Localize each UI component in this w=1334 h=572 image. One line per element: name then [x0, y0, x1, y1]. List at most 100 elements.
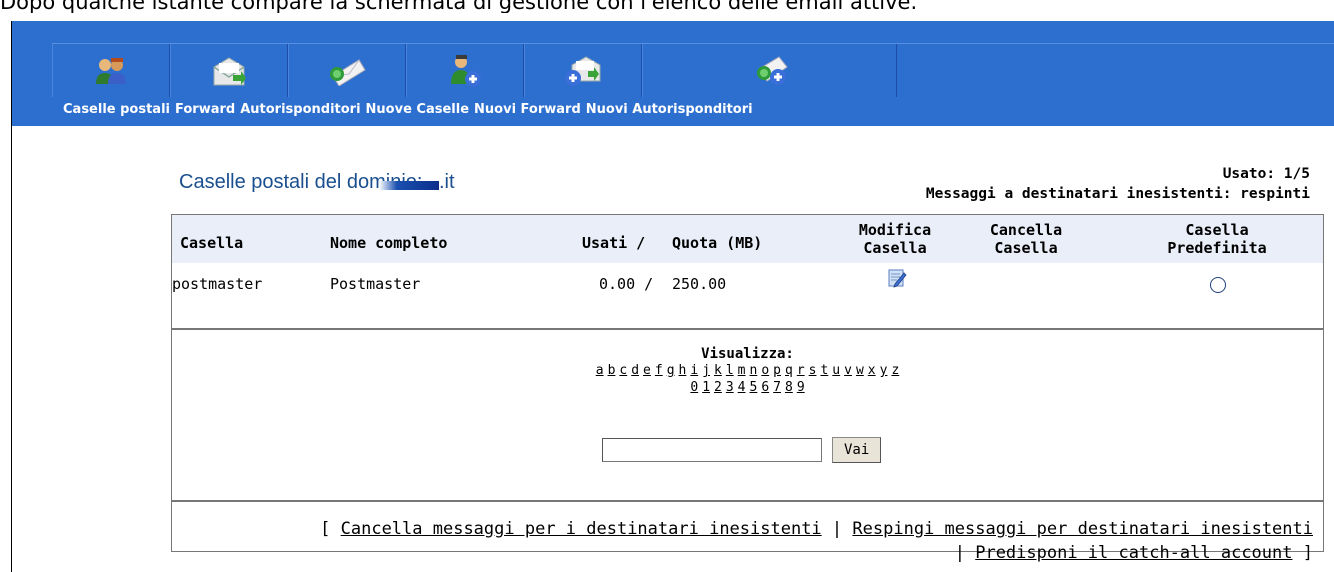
filter-letter-i[interactable]: i [690, 363, 698, 378]
filter-letter-j[interactable]: j [702, 363, 710, 378]
letter-links: abcdefghijklmnopqrstuvwxyz [172, 362, 1323, 379]
col-cancella-1: Cancella [989, 221, 1063, 239]
add-user-icon [451, 54, 481, 87]
bounce-status: Messaggi a destinatari inesistenti: resp… [925, 186, 1310, 202]
col-cancella-2: Casella [994, 239, 1058, 257]
footer-actions: [ Cancella messaggi per i destinatari in… [313, 517, 1313, 565]
filter-letter-m[interactable]: m [738, 363, 746, 378]
cell-quota: 250.00 [672, 275, 727, 293]
domain-suffix: .it [439, 171, 455, 193]
col-modifica-2: Casella [863, 239, 927, 257]
auto-reply-icon [330, 58, 366, 86]
filter-digit-4[interactable]: 4 [738, 380, 746, 395]
filter-digit-8[interactable]: 8 [785, 380, 793, 395]
table-row: postmaster Postmaster 0.00 / 250.00 [172, 263, 1323, 303]
cell-nome: Postmaster [330, 275, 421, 293]
nav-icon-forward[interactable] [170, 44, 288, 97]
footer-separator: | [954, 543, 965, 563]
search-input[interactable] [602, 438, 822, 462]
filter-letter-o[interactable]: o [761, 363, 769, 378]
filter-letter-b[interactable]: b [608, 363, 616, 378]
col-predefinita-2: Predefinita [1167, 239, 1267, 257]
mail-admin-window: Caselle postali Forward Autorisponditori… [11, 21, 1334, 572]
nav-labels: Caselle postali Forward Autorisponditori… [63, 102, 758, 117]
caption-text: Dopo qualche istante compare la schermat… [0, 0, 918, 13]
nav-forward[interactable]: Forward [175, 102, 235, 117]
delete-nonexistent-link[interactable]: Cancella messaggi per i destinatari ines… [341, 519, 822, 539]
nav-icon-caselle[interactable] [52, 44, 170, 97]
filter-letter-k[interactable]: k [714, 363, 722, 378]
nav-nuove-caselle[interactable]: Nuove Caselle [366, 102, 469, 117]
filter-letter-z[interactable]: z [891, 363, 899, 378]
nav-icon-nuove-caselle[interactable] [406, 44, 524, 97]
footer-open-bracket: [ [320, 519, 331, 539]
filter-digit-1[interactable]: 1 [702, 380, 710, 395]
filter-letter-n[interactable]: n [750, 363, 758, 378]
nav-autorisponditori[interactable]: Autorisponditori [240, 102, 360, 117]
nav-icon-autorisponditori[interactable] [288, 44, 406, 97]
filter-letter-l[interactable]: l [726, 363, 734, 378]
filter-letter-e[interactable]: e [643, 363, 651, 378]
col-casella: Casella [180, 234, 244, 252]
filter-letter-f[interactable]: f [655, 363, 663, 378]
filter-letter-c[interactable]: c [619, 363, 627, 378]
divider [172, 500, 1323, 502]
edit-icon [888, 269, 907, 288]
col-quota: Quota (MB) [672, 234, 763, 252]
filter-letter-v[interactable]: v [844, 363, 852, 378]
filter-letter-s[interactable]: s [809, 363, 817, 378]
new-forward-icon [565, 55, 601, 86]
go-button[interactable]: Vai [832, 437, 882, 463]
catch-all-link[interactable]: Predisponi il catch-all account [975, 543, 1292, 563]
filter-digit-6[interactable]: 6 [761, 380, 769, 395]
filter-letter-w[interactable]: w [856, 363, 864, 378]
nav-icon-nuovi-autorisponditori[interactable] [642, 44, 897, 97]
nav-nuovi-autorisponditori[interactable]: Nuovi Autorisponditori [586, 102, 753, 117]
divider [172, 328, 1323, 330]
reject-nonexistent-link[interactable]: Respingi messaggi per destinatari inesis… [852, 519, 1313, 539]
filter-digit-0[interactable]: 0 [690, 380, 698, 395]
table-header: Casella Nome completo Usati / Quota (MB)… [172, 215, 1323, 263]
col-modifica-1: Modifica [858, 221, 932, 239]
mail-forward-icon [213, 56, 246, 85]
filter-letter-t[interactable]: t [820, 363, 828, 378]
usage-count: Usato: 1/5 [1222, 166, 1310, 182]
nav-icon-row [52, 44, 897, 97]
nav-icon-nuovi-forward[interactable] [524, 44, 642, 97]
filter-letter-h[interactable]: h [679, 363, 687, 378]
filter-digit-9[interactable]: 9 [797, 380, 805, 395]
nav-caselle-postali[interactable]: Caselle postali [63, 102, 170, 117]
filter-letter-a[interactable]: a [596, 363, 604, 378]
top-navigation-bar: Caselle postali Forward Autorisponditori… [12, 21, 1334, 126]
new-auto-reply-icon [756, 55, 788, 85]
filter-letter-x[interactable]: x [868, 363, 876, 378]
users-mailbox-icon [96, 57, 126, 84]
filter-letter-q[interactable]: q [785, 363, 793, 378]
col-usati: Usati / [582, 234, 646, 252]
filter-letter-r[interactable]: r [797, 363, 805, 378]
filter-digit-5[interactable]: 5 [750, 380, 758, 395]
filter-digit-7[interactable]: 7 [773, 380, 781, 395]
filter-section: Visualizza: abcdefghijklmnopqrstuvwxyz 0… [172, 346, 1323, 396]
mailbox-panel: Casella Nome completo Usati / Quota (MB)… [171, 214, 1324, 563]
filter-letter-p[interactable]: p [773, 363, 781, 378]
footer-close-bracket: ] [1302, 543, 1313, 563]
filter-digit-2[interactable]: 2 [714, 380, 722, 395]
col-nome-completo: Nome completo [330, 234, 448, 252]
default-mailbox-radio[interactable] [1210, 277, 1226, 293]
filter-digit-3[interactable]: 3 [726, 380, 734, 395]
usage-info: Usato: 1/5 Messaggi a destinatari inesis… [926, 164, 1310, 204]
filter-title: Visualizza: [701, 346, 794, 362]
edit-mailbox-button[interactable] [887, 268, 907, 292]
nav-nuovi-forward[interactable]: Nuovi Forward [474, 102, 581, 117]
footer-separator: | [831, 519, 843, 539]
redacted-domain [379, 181, 439, 190]
search-area: Vai [602, 437, 882, 463]
filter-letter-u[interactable]: u [832, 363, 840, 378]
filter-letter-d[interactable]: d [631, 363, 639, 378]
filter-letter-g[interactable]: g [667, 363, 675, 378]
filter-letter-y[interactable]: y [880, 363, 888, 378]
digit-links: 0123456789 [172, 379, 1323, 396]
cell-usati: 0.00 / [599, 275, 654, 293]
col-predefinita-1: Casella [1185, 221, 1249, 239]
